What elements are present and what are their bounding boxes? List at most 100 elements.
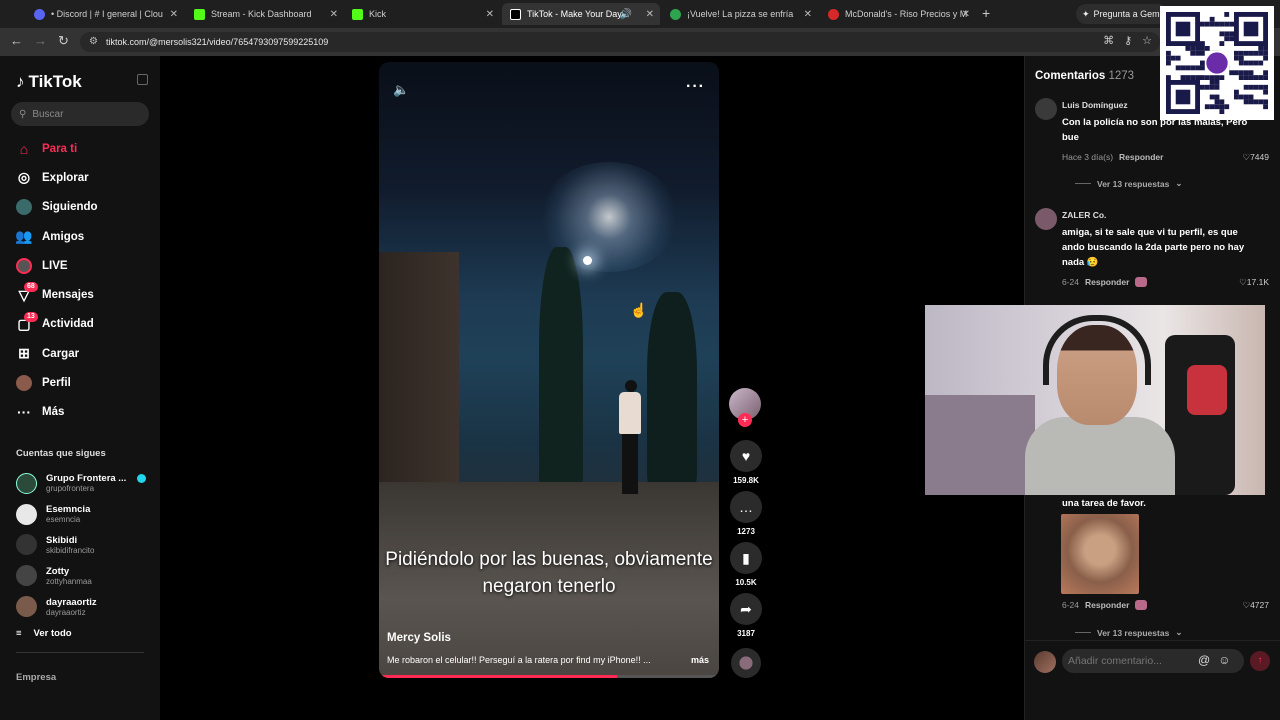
following-handle: grupofrontera	[46, 484, 95, 494]
view-replies-button[interactable]: Ver 13 respuestas ⌄	[1075, 627, 1182, 638]
see-all-following[interactable]: ≡ Ver todo	[16, 628, 72, 639]
comment-time: 6-24	[1062, 277, 1080, 287]
collapse-sidebar-icon[interactable]	[137, 74, 148, 85]
creator-avatar[interactable]: +	[729, 388, 761, 427]
tab-pizza[interactable]: ¡Vuelve! La pizza se enfría ✕	[662, 3, 818, 25]
messages-badge: 68	[24, 282, 38, 293]
heart-icon[interactable]: ♥	[730, 440, 762, 472]
reply-button[interactable]: Responder	[1119, 152, 1163, 162]
mention-icon[interactable]: @	[1198, 653, 1210, 667]
bookmark-star-icon[interactable]: ☆	[1142, 34, 1152, 47]
tab-tiktok[interactable]: TikTok - Make Your Day 🔊 ✕	[502, 3, 660, 25]
avatar[interactable]	[1035, 208, 1057, 230]
following-item-esemncia[interactable]: Esemncia esemncia	[16, 499, 156, 530]
avatar[interactable]	[1035, 98, 1057, 120]
sidebar-item-actividad[interactable]: ▢ 13 Actividad	[0, 310, 160, 339]
following-item-dayraaortiz[interactable]: dayraaortiz dayraaortiz	[16, 591, 156, 622]
comment-time: Hace 3 día(s)	[1062, 152, 1114, 162]
sidebar-item-para-ti[interactable]: ⌂ Para ti	[0, 134, 160, 163]
sidebar-item-mensajes[interactable]: ▽ 68 Mensajes	[0, 280, 160, 309]
video-scene-person	[619, 380, 641, 500]
bookmark-icon[interactable]: ▮	[730, 542, 762, 574]
pizza-site-icon	[670, 8, 681, 20]
search-box[interactable]: ⚲ Buscar	[11, 102, 149, 126]
tab-mcdonalds[interactable]: McDonald's - Riso Precios y M ✕	[820, 3, 976, 25]
comment-likes[interactable]: ♡17.1K	[1239, 277, 1269, 288]
music-disc-icon[interactable]	[731, 648, 761, 678]
video-more-options-icon[interactable]: ···	[686, 78, 705, 96]
footer-empresa-link[interactable]: Empresa	[16, 672, 56, 683]
tab-title: • Discord | # I general | Clou	[51, 9, 163, 19]
sidebar-item-mas[interactable]: ··· Más	[0, 398, 160, 427]
sidebar-item-cargar[interactable]: ⊞ Cargar	[0, 339, 160, 368]
comment-likes[interactable]: ♡4727	[1242, 600, 1269, 611]
reload-button[interactable]: ↻	[58, 33, 69, 49]
follow-plus-icon[interactable]: +	[738, 413, 752, 427]
comment-user[interactable]: ZALER Co.	[1062, 210, 1106, 220]
view-replies-button[interactable]: Ver 13 respuestas ⌄	[1075, 178, 1182, 189]
tab-discord[interactable]: • Discord | # I general | Clou ✕	[26, 3, 184, 25]
following-list: Grupo Frontera ... grupofrontera Esemnci…	[16, 468, 156, 622]
back-button[interactable]: ←	[10, 33, 23, 48]
close-icon[interactable]: ✕	[804, 9, 812, 20]
video-author[interactable]: Mercy Solis	[387, 632, 451, 644]
tiktok-icon	[510, 8, 521, 20]
comments-title: Comentarios 1273	[1035, 70, 1135, 82]
send-icon[interactable]: ↑	[1250, 651, 1270, 671]
comment-likes[interactable]: ♡7449	[1242, 152, 1269, 163]
following-item-grupo-frontera[interactable]: Grupo Frontera ... grupofrontera	[16, 468, 156, 499]
gemini-button[interactable]: ✦ Pregunta a Gemi	[1076, 4, 1168, 24]
following-item-zotty[interactable]: Zotty zottyhanmaa	[16, 560, 156, 591]
sidebar-item-perfil[interactable]: Perfil	[0, 368, 160, 397]
video-more-link[interactable]: más	[691, 655, 709, 665]
close-icon[interactable]: ✕	[962, 9, 970, 20]
sidebar: ♪ TikTok ⚲ Buscar ⌂ Para ti ◎ Explorar S…	[0, 56, 160, 720]
forward-button[interactable]: →	[34, 33, 47, 48]
save-action[interactable]: ▮ 10.5K	[729, 542, 763, 587]
following-handle: esemncia	[46, 515, 81, 525]
comment-count: 1273	[737, 527, 755, 536]
sidebar-item-amigos[interactable]: 👥 Amigos	[0, 222, 160, 251]
close-icon[interactable]: ✕	[646, 9, 654, 20]
following-name: Zotty	[46, 565, 70, 577]
divider	[16, 652, 144, 653]
key-icon[interactable]: ⚷	[1124, 34, 1132, 47]
translate-icon[interactable]: ⌘	[1103, 34, 1114, 47]
video-player[interactable]: 🔈 ··· Pidiéndolo por las buenas, obviame…	[379, 62, 719, 678]
comment-icon[interactable]: …	[730, 491, 762, 523]
sidebar-item-siguiendo[interactable]: Siguiendo	[0, 193, 160, 222]
video-scene-bulb	[583, 256, 592, 265]
comment-user[interactable]: Luis Domínguez	[1062, 100, 1128, 110]
sidebar-item-live[interactable]: LIVE	[0, 251, 160, 280]
mcdonalds-icon	[828, 8, 839, 20]
following-item-skibidi[interactable]: Skibidi skibidifrancito	[16, 530, 156, 561]
tiktok-logo[interactable]: ♪ TikTok	[16, 72, 82, 92]
close-icon[interactable]: ✕	[170, 9, 178, 20]
sidebar-item-explorar[interactable]: ◎ Explorar	[0, 163, 160, 192]
reply-button[interactable]: Responder	[1085, 277, 1129, 287]
verified-icon	[137, 474, 147, 484]
friends-icon: 👥	[15, 228, 33, 245]
tab-kick-dashboard[interactable]: Stream - Kick Dashboard ✕	[186, 3, 344, 25]
like-action[interactable]: ♥ 159.8K	[729, 440, 763, 485]
sidebar-item-label: Actividad	[42, 318, 94, 331]
comment-meta: 6-24 Responder	[1062, 277, 1148, 287]
speaker-icon[interactable]: 🔊	[620, 9, 632, 20]
new-tab-button[interactable]: +	[982, 5, 990, 21]
site-info-icon[interactable]: ⚙	[89, 36, 98, 47]
share-icon[interactable]: ➦	[730, 593, 762, 625]
close-icon[interactable]: ✕	[330, 9, 338, 20]
comment-action[interactable]: … 1273	[729, 491, 763, 536]
emoji-icon[interactable]: ☺	[1218, 653, 1230, 667]
url-field[interactable]: ⚙ tiktok.com/@mersolis321/video/76547930…	[80, 32, 1160, 52]
reply-button[interactable]: Responder	[1085, 600, 1129, 610]
tab-kick[interactable]: Kick ✕	[344, 3, 500, 25]
share-action[interactable]: ➦ 3187	[729, 593, 763, 638]
close-icon[interactable]: ✕	[486, 9, 494, 20]
comment-image[interactable]	[1061, 514, 1139, 594]
video-progress-bar[interactable]	[379, 675, 719, 678]
tab-title: TikTok - Make Your Day	[527, 9, 622, 19]
video-actions: + ♥ 159.8K … 1273 ▮ 10.5K ➦ 3187	[729, 388, 763, 644]
search-icon: ⚲	[19, 108, 27, 120]
volume-icon[interactable]: 🔈	[393, 82, 409, 98]
